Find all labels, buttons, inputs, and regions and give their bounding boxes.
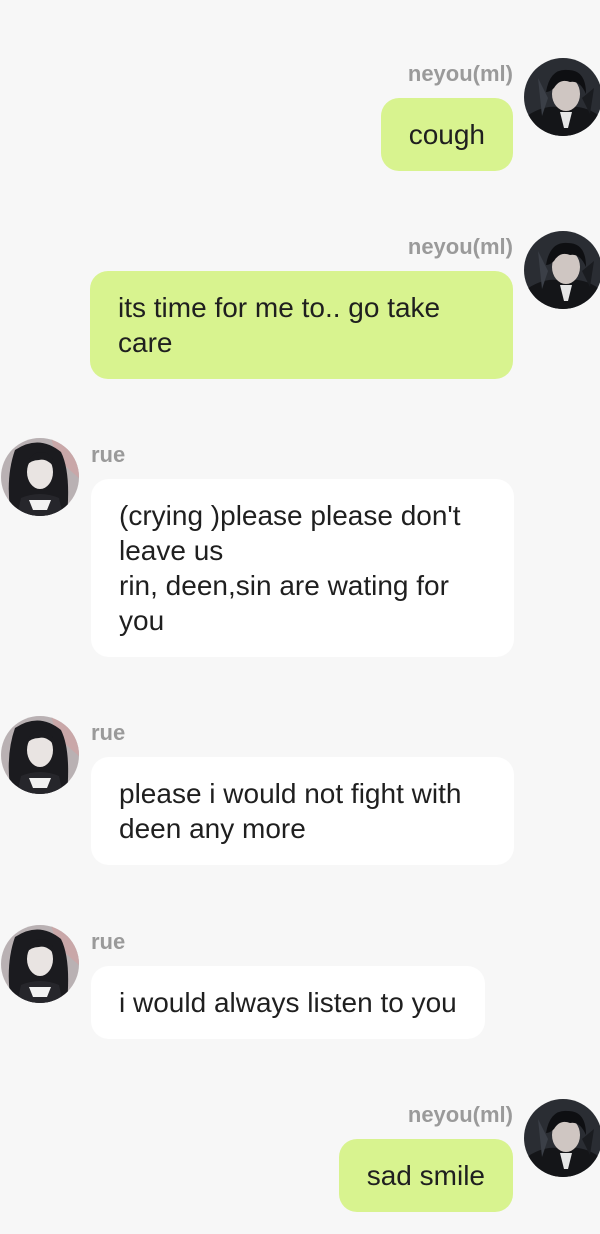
message-bubble[interactable]: its time for me to.. go take care (90, 271, 513, 379)
sender-name: rue (91, 929, 126, 954)
avatar-long-hair-girl-icon[interactable] (1, 716, 79, 794)
sender-name: neyou(ml) (407, 1102, 513, 1127)
message-bubble[interactable]: (crying )please please don't leave us ri… (91, 479, 514, 657)
message-bubble[interactable]: sad smile (338, 1139, 513, 1212)
message-bubble[interactable]: cough (380, 98, 513, 171)
sender-name: neyou(ml) (407, 61, 513, 86)
avatar-dark-hair-boy-icon[interactable] (524, 1099, 600, 1177)
sender-name: rue (91, 442, 126, 467)
avatar-long-hair-girl-icon[interactable] (1, 438, 79, 516)
avatar-dark-hair-boy-icon[interactable] (524, 231, 600, 309)
avatar-long-hair-girl-icon[interactable] (1, 925, 79, 1003)
avatar-dark-hair-boy-icon[interactable] (524, 58, 600, 136)
message-bubble[interactable]: please i would not fight with deen any m… (91, 757, 514, 865)
sender-name: rue (91, 720, 126, 745)
sender-name: neyou(ml) (407, 234, 513, 259)
chat-thread: neyou(ml) cough neyou(ml) its time for m… (0, 0, 600, 1234)
message-bubble[interactable]: i would always listen to you (91, 966, 485, 1039)
